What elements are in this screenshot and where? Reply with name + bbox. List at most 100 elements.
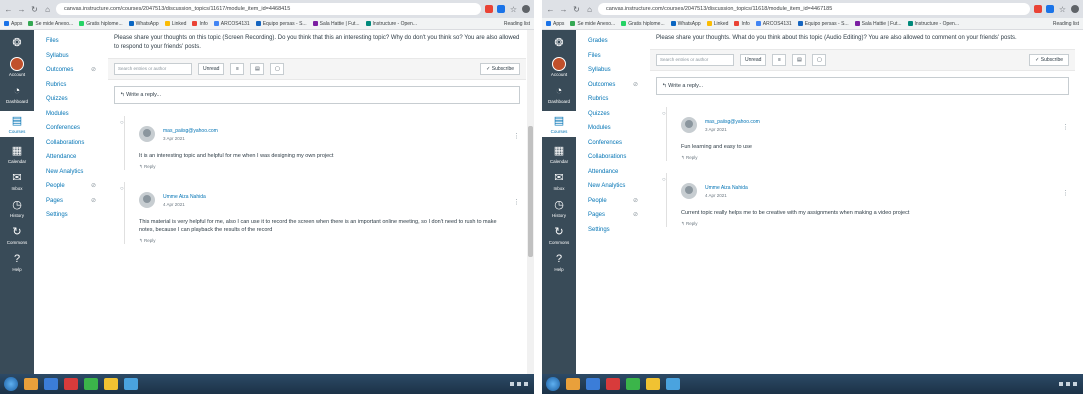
scrollbar[interactable] bbox=[527, 30, 534, 374]
course-nav-item[interactable]: Syllabus bbox=[34, 49, 104, 64]
course-nav-item[interactable]: People ⊘ bbox=[34, 179, 104, 194]
global-nav-canvas-logo[interactable]: ❂ bbox=[542, 36, 576, 50]
taskbar-app-icon[interactable] bbox=[84, 378, 98, 390]
collapse-icon[interactable]: ≡ bbox=[230, 63, 245, 75]
back-icon[interactable]: ← bbox=[546, 5, 555, 14]
collapse-icon[interactable]: ≡ bbox=[772, 54, 787, 66]
more-options-icon[interactable]: ⋮ bbox=[1062, 189, 1069, 197]
author-name[interactable]: Umme Aiza Nahida bbox=[705, 185, 748, 191]
global-nav-calendar[interactable]: ▦ Calendar bbox=[0, 144, 34, 164]
taskbar-app-icon[interactable] bbox=[104, 378, 118, 390]
taskbar-app-icon[interactable] bbox=[586, 378, 600, 390]
battery-icon[interactable] bbox=[524, 382, 528, 386]
profile-icon[interactable] bbox=[522, 5, 530, 13]
scrollbar-thumb[interactable] bbox=[528, 126, 533, 258]
bookmark-item[interactable]: Info bbox=[192, 21, 208, 27]
volume-icon[interactable] bbox=[517, 382, 521, 386]
course-nav-item[interactable]: Attendance bbox=[34, 150, 104, 165]
global-nav-history[interactable]: ◷ History bbox=[542, 198, 576, 218]
course-nav-item[interactable]: Pages ⊘ bbox=[34, 194, 104, 209]
bookmark-item[interactable]: WhatsApp bbox=[670, 21, 701, 27]
expand-icon[interactable]: ▢ bbox=[812, 54, 827, 66]
start-button[interactable] bbox=[4, 377, 18, 391]
author-name[interactable]: mas_paiisg@yahoo.com bbox=[705, 119, 760, 125]
forward-icon[interactable]: → bbox=[559, 5, 568, 14]
expand-icon[interactable]: ▢ bbox=[270, 63, 285, 75]
global-nav-history[interactable]: ◷ History bbox=[0, 198, 34, 218]
course-nav-item[interactable]: New Analytics bbox=[576, 179, 646, 194]
course-nav-item[interactable]: Outcomes ⊘ bbox=[576, 78, 646, 93]
search-input[interactable]: Search entries or author bbox=[114, 63, 192, 75]
unread-filter-button[interactable]: Unread bbox=[198, 63, 225, 75]
author-name[interactable]: mas_paiisg@yahoo.com bbox=[163, 128, 218, 134]
course-nav-item[interactable]: Syllabus bbox=[576, 63, 646, 78]
subscribe-button[interactable]: ✓ Subscribe bbox=[480, 63, 520, 75]
taskbar-app-icon[interactable] bbox=[646, 378, 660, 390]
star-icon[interactable]: ☆ bbox=[1058, 5, 1067, 14]
extension-icon[interactable] bbox=[1034, 5, 1042, 13]
course-nav-item[interactable]: Grades bbox=[576, 34, 646, 49]
course-nav-item[interactable]: Modules bbox=[576, 121, 646, 136]
reload-icon[interactable]: ↻ bbox=[30, 5, 39, 14]
extension-icon[interactable] bbox=[1046, 5, 1054, 13]
course-nav-item[interactable]: Pages ⊘ bbox=[576, 208, 646, 223]
author-avatar[interactable] bbox=[139, 192, 155, 208]
subscribe-button[interactable]: ✓ Subscribe bbox=[1029, 54, 1069, 66]
bookmark-item[interactable]: WhatsApp bbox=[128, 21, 159, 27]
global-nav-commons[interactable]: ↻ Commons bbox=[0, 225, 34, 245]
course-nav-item[interactable]: Files bbox=[576, 49, 646, 64]
bookmark-item[interactable]: Apps bbox=[546, 21, 564, 27]
global-nav-inbox[interactable]: ✉ Inbox bbox=[542, 171, 576, 191]
course-nav-item[interactable]: Conferences bbox=[34, 121, 104, 136]
address-bar[interactable]: canvas.instructure.com/courses/2047513/d… bbox=[56, 3, 481, 15]
author-name[interactable]: Umme Aiza Nahida bbox=[163, 194, 206, 200]
course-nav-item[interactable]: Modules bbox=[34, 107, 104, 122]
bookmark-item[interactable]: Equipo persas - S... bbox=[797, 21, 849, 27]
global-nav-inbox[interactable]: ✉ Inbox bbox=[0, 171, 34, 191]
extension-icon[interactable] bbox=[485, 5, 493, 13]
global-nav-help[interactable]: ? Help bbox=[0, 252, 34, 272]
address-bar[interactable]: canvas.instructure.com/courses/2047513/d… bbox=[598, 3, 1030, 15]
reading-list-button[interactable]: Reading list bbox=[1053, 21, 1079, 27]
reply-input[interactable]: ↰ Write a reply... bbox=[656, 77, 1069, 95]
taskbar-app-icon[interactable] bbox=[24, 378, 38, 390]
bookmark-item[interactable]: Linked bbox=[706, 21, 728, 27]
taskbar-app-icon[interactable] bbox=[44, 378, 58, 390]
bookmark-item[interactable]: ARCOS4131 bbox=[755, 21, 792, 27]
course-nav-item[interactable]: Collaborations bbox=[34, 136, 104, 151]
bookmark-item[interactable]: Instructure - Open... bbox=[907, 21, 959, 27]
course-nav-item[interactable]: New Analytics bbox=[34, 165, 104, 180]
more-options-icon[interactable]: ⋮ bbox=[513, 132, 520, 140]
forward-icon[interactable]: → bbox=[17, 5, 26, 14]
reply-link[interactable]: ↰ Reply bbox=[681, 155, 1069, 161]
print-icon[interactable]: ▤ bbox=[250, 63, 265, 75]
global-nav-avatar[interactable]: Account bbox=[0, 57, 34, 77]
start-button[interactable] bbox=[546, 377, 560, 391]
more-options-icon[interactable]: ⋮ bbox=[1062, 123, 1069, 131]
reading-list-button[interactable]: Reading list bbox=[504, 21, 530, 27]
taskbar-app-icon[interactable] bbox=[64, 378, 78, 390]
bookmark-item[interactable]: ARCOS4131 bbox=[213, 21, 250, 27]
taskbar-app-icon[interactable] bbox=[566, 378, 580, 390]
bookmark-item[interactable]: Se mide Anexo... bbox=[570, 21, 615, 27]
course-nav-item[interactable]: Files bbox=[34, 34, 104, 49]
taskbar-app-icon[interactable] bbox=[666, 378, 680, 390]
global-nav-help[interactable]: ? Help bbox=[542, 252, 576, 272]
reply-link[interactable]: ↰ Reply bbox=[139, 238, 520, 244]
back-icon[interactable]: ← bbox=[4, 5, 13, 14]
reply-link[interactable]: ↰ Reply bbox=[681, 221, 1069, 227]
taskbar-app-icon[interactable] bbox=[124, 378, 138, 390]
taskbar-app-icon[interactable] bbox=[626, 378, 640, 390]
reload-icon[interactable]: ↻ bbox=[572, 5, 581, 14]
global-nav-courses[interactable]: ▤ Courses bbox=[542, 111, 576, 137]
course-nav-item[interactable]: Collaborations bbox=[576, 150, 646, 165]
bookmark-item[interactable]: Se mide Anexo... bbox=[28, 21, 73, 27]
extension-icon[interactable] bbox=[497, 5, 505, 13]
bookmark-item[interactable]: Gratis hiplome... bbox=[79, 21, 123, 27]
unread-filter-button[interactable]: Unread bbox=[740, 54, 767, 66]
global-nav-dashboard[interactable]: ◔ Dashboard bbox=[542, 84, 576, 104]
network-icon[interactable] bbox=[1059, 382, 1063, 386]
taskbar-app-icon[interactable] bbox=[606, 378, 620, 390]
course-nav-item[interactable]: People ⊘ bbox=[576, 194, 646, 209]
volume-icon[interactable] bbox=[1066, 382, 1070, 386]
